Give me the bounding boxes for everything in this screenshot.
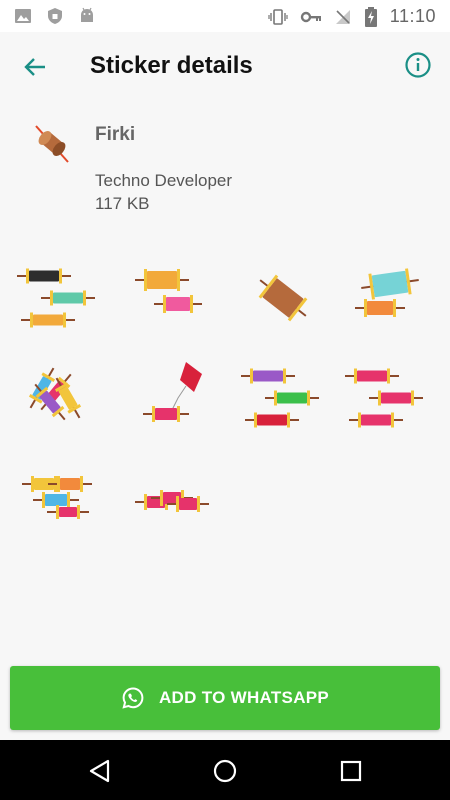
key-icon [300,11,321,22]
pack-name: Firki [95,124,136,145]
sticker-9[interactable] [14,460,104,540]
sticker-8[interactable] [342,358,432,438]
vibrate-icon [268,8,288,25]
add-to-whatsapp-button[interactable]: ADD TO WHATSAPP [10,666,440,730]
sticker-3[interactable] [238,258,328,338]
sticker-2[interactable] [126,258,216,338]
sticker-7[interactable] [238,358,328,438]
sticker-4[interactable] [342,258,432,338]
whatsapp-icon [122,687,144,709]
sticker-1[interactable] [14,258,104,338]
recents-square-icon[interactable] [338,758,364,784]
status-bar: 11:10 [0,0,450,32]
home-circle-icon[interactable] [212,758,238,784]
shield-icon [48,8,62,24]
sticker-6[interactable] [126,358,216,438]
pack-size: 117 KB [95,194,150,213]
image-icon [15,9,31,23]
pack-tray-icon [35,125,69,163]
add-to-whatsapp-label: ADD TO WHATSAPP [158,688,330,707]
app-bar: Sticker details [0,32,450,100]
sticker-10[interactable] [126,460,216,540]
android-icon [81,7,93,22]
battery-charging-icon [364,6,377,27]
sticker-5[interactable] [14,358,104,438]
navigation-bar [0,740,450,800]
back-triangle-icon[interactable] [87,758,113,784]
no-signal-icon [335,9,350,24]
page-title: Sticker details [90,52,253,79]
pack-publisher: Techno Developer [95,171,233,190]
status-time: 11:10 [389,6,436,26]
info-icon[interactable] [404,51,432,79]
arrow-back-icon[interactable] [20,52,50,82]
